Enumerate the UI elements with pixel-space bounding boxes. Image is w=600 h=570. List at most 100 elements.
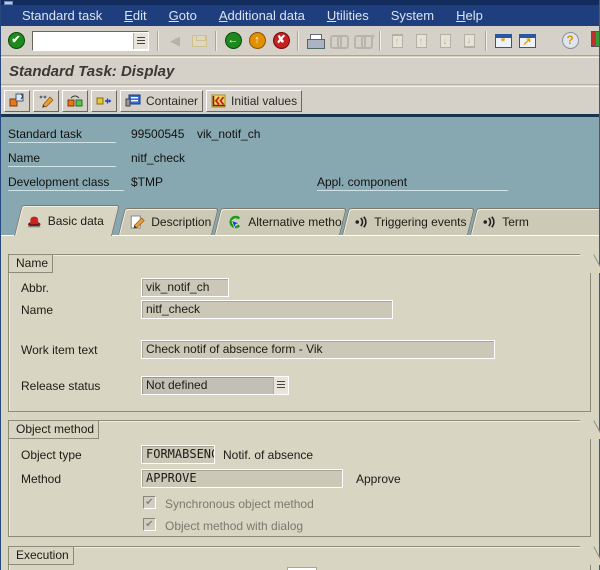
menu-goto[interactable]: Goto bbox=[169, 8, 197, 23]
command-dropdown-icon[interactable] bbox=[133, 32, 148, 49]
tab-basic-data[interactable]: Basic data bbox=[14, 205, 120, 236]
object-type-description: Notif. of absence bbox=[223, 448, 314, 462]
event-waves-icon bbox=[482, 216, 496, 228]
task-name-value: nitf_check bbox=[131, 151, 186, 165]
command-input[interactable] bbox=[33, 32, 133, 49]
container-button-label: Container bbox=[146, 93, 199, 108]
print-button[interactable] bbox=[303, 29, 327, 53]
enter-check-icon: ✔ bbox=[7, 32, 25, 49]
menu-edit[interactable]: Edit bbox=[124, 8, 146, 23]
toolbar-separator bbox=[157, 30, 159, 51]
standard-toolbar: ✔ ◀ ← ↑ ✘ + ↑ ↑ ↓ ↓ * ↗ ? bbox=[0, 26, 600, 56]
abbr-field[interactable]: vik_notif_ch bbox=[141, 278, 229, 297]
save-button bbox=[187, 29, 211, 53]
object-type-field[interactable]: FORMABSENC bbox=[141, 445, 215, 464]
page-title: Standard Task: Display bbox=[9, 62, 175, 80]
toolbar-separator bbox=[379, 30, 381, 51]
page-down-icon: ↓ bbox=[439, 33, 451, 48]
new-session-icon: * bbox=[494, 33, 512, 48]
container-icon bbox=[125, 94, 141, 107]
tab-triggering-events[interactable]: Triggering events bbox=[342, 208, 475, 235]
object-method-group-title: Object method bbox=[8, 420, 100, 439]
tab-label: Alternative methods bbox=[248, 215, 343, 229]
toolbar-separator bbox=[297, 30, 299, 51]
scroll-back-button: ◀ bbox=[163, 29, 187, 53]
exit-button[interactable]: ↑ bbox=[245, 29, 269, 53]
title-row: Standard Task: Display bbox=[0, 57, 600, 85]
synchronous-method-checkbox[interactable]: ✔ bbox=[143, 496, 156, 509]
task-name-label: Name bbox=[8, 151, 116, 167]
where-used-button[interactable] bbox=[91, 89, 117, 112]
group-title-edge bbox=[579, 254, 600, 273]
help-icon: ? bbox=[561, 31, 579, 49]
release-status-value: Not defined bbox=[146, 378, 208, 392]
create-shortcut-button[interactable]: ↗ bbox=[515, 29, 539, 53]
tab-label: Description bbox=[151, 215, 212, 229]
application-toolbar: Container Initial values bbox=[0, 86, 600, 114]
tab-description[interactable]: Description bbox=[118, 208, 219, 235]
basic-data-panel: Name Abbr. vik_notif_ch Name nitf_check … bbox=[0, 235, 600, 570]
group-title-edge bbox=[579, 420, 600, 439]
find-binoculars-icon bbox=[329, 35, 349, 49]
method-with-dialog-label: Object method with dialog bbox=[165, 519, 304, 533]
enter-button[interactable]: ✔ bbox=[4, 29, 28, 53]
cancel-button[interactable]: ✘ bbox=[269, 29, 293, 53]
method-field[interactable]: APPROVE bbox=[141, 469, 343, 488]
container-button[interactable]: Container bbox=[120, 89, 204, 112]
name-group-title: Name bbox=[8, 254, 54, 273]
work-item-text-label: Work item text bbox=[21, 343, 98, 357]
menu-system[interactable]: System bbox=[391, 8, 434, 23]
menu-help[interactable]: Help bbox=[456, 8, 483, 23]
tab-alternative-methods[interactable]: Alternative methods bbox=[214, 208, 347, 235]
name-field[interactable]: nitf_check bbox=[141, 300, 393, 319]
find-next-button: + bbox=[351, 29, 376, 53]
save-icon bbox=[191, 34, 207, 47]
object-type-label: Object type bbox=[21, 448, 82, 462]
back-button[interactable]: ← bbox=[221, 29, 245, 53]
name-groupbox: Name Abbr. vik_notif_ch Name nitf_check … bbox=[8, 254, 600, 412]
appl-component-label: Appl. component bbox=[317, 175, 508, 191]
command-field-wrap bbox=[32, 30, 149, 51]
hat-icon bbox=[27, 215, 42, 228]
release-status-label: Release status bbox=[21, 379, 101, 393]
initial-values-button-label: Initial values bbox=[231, 93, 298, 108]
last-page-button: ↓ bbox=[457, 29, 481, 53]
initial-values-icon bbox=[211, 94, 226, 107]
back-arrow-icon: ← bbox=[224, 32, 242, 49]
task-header-area: Standard task 99500545 vik_notif_ch Name… bbox=[0, 117, 600, 236]
display-change-pencil-icon bbox=[39, 95, 54, 108]
menu-utilities[interactable]: Utilities bbox=[327, 8, 369, 23]
development-class-value: $TMP bbox=[131, 175, 164, 189]
tab-label: Term bbox=[502, 215, 529, 229]
standard-task-number[interactable]: 99500545 bbox=[131, 127, 184, 143]
method-with-dialog-checkbox[interactable]: ✔ bbox=[143, 518, 156, 531]
new-session-button[interactable]: * bbox=[491, 29, 515, 53]
sap-window: Standard task Edit Goto Additional data … bbox=[0, 0, 600, 570]
copy-task-button[interactable] bbox=[62, 89, 88, 112]
exit-arrow-icon: ↑ bbox=[248, 32, 266, 49]
print-icon bbox=[307, 33, 325, 49]
release-status-dropdown[interactable]: Not defined bbox=[141, 376, 289, 395]
work-item-text-field[interactable]: Check notif of absence form - Vik bbox=[141, 340, 495, 359]
help-button[interactable]: ? bbox=[558, 28, 582, 52]
choose-method-icon bbox=[226, 215, 242, 229]
back-triangle-icon: ◀ bbox=[170, 32, 180, 48]
object-method-groupbox: Object method Object type FORMABSENC Not… bbox=[8, 420, 600, 537]
development-class-label: Development class bbox=[8, 175, 124, 191]
find-next-icon: + bbox=[353, 31, 376, 49]
toolbar-separator bbox=[215, 30, 217, 51]
other-task-button[interactable] bbox=[4, 89, 30, 112]
menu-additional-data[interactable]: Additional data bbox=[219, 8, 305, 23]
tab-terminating-events[interactable]: Term bbox=[470, 208, 600, 235]
initial-values-button[interactable]: Initial values bbox=[206, 89, 303, 112]
menu-standard-task[interactable]: Standard task bbox=[22, 8, 102, 23]
method-description: Approve bbox=[356, 472, 401, 486]
display-change-button[interactable] bbox=[33, 89, 59, 112]
tab-label: Basic data bbox=[47, 214, 104, 228]
group-title-edge bbox=[579, 546, 600, 565]
other-task-icon bbox=[9, 93, 24, 107]
copy-task-icon bbox=[67, 95, 83, 107]
method-label: Method bbox=[21, 472, 62, 486]
page-up-button: ↑ bbox=[409, 29, 433, 53]
dropdown-list-icon[interactable] bbox=[273, 377, 288, 394]
